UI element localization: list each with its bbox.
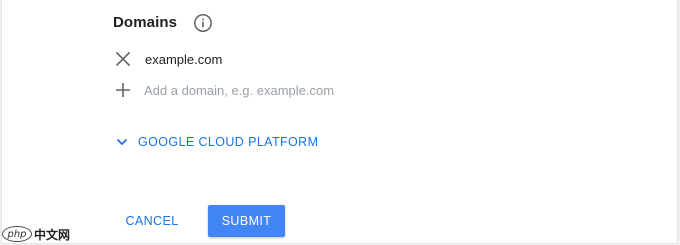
watermark-logo: php [2, 226, 32, 242]
cancel-button[interactable]: CANCEL [114, 205, 190, 237]
close-icon[interactable] [114, 50, 132, 68]
plus-icon [114, 81, 132, 99]
add-domain-row [114, 80, 534, 100]
domain-entry-text: example.com [145, 51, 223, 67]
submit-button[interactable]: SUBMIT [208, 205, 285, 237]
info-icon[interactable] [193, 13, 213, 33]
gcp-expander[interactable]: GOOGLE CLOUD PLATFORM [115, 132, 318, 152]
domains-title: Domains [113, 14, 178, 31]
watermark-text: 中文网 [34, 227, 71, 242]
domain-entry-row: example.com [114, 49, 534, 69]
chevron-down-icon [115, 135, 129, 149]
domains-card: Domains example.com GOOGLE CLOUD [1, 0, 678, 244]
gcp-expander-label: GOOGLE CLOUD PLATFORM [138, 135, 319, 149]
add-domain-input[interactable] [144, 80, 524, 100]
site-watermark: php 中文网 [2, 225, 70, 243]
